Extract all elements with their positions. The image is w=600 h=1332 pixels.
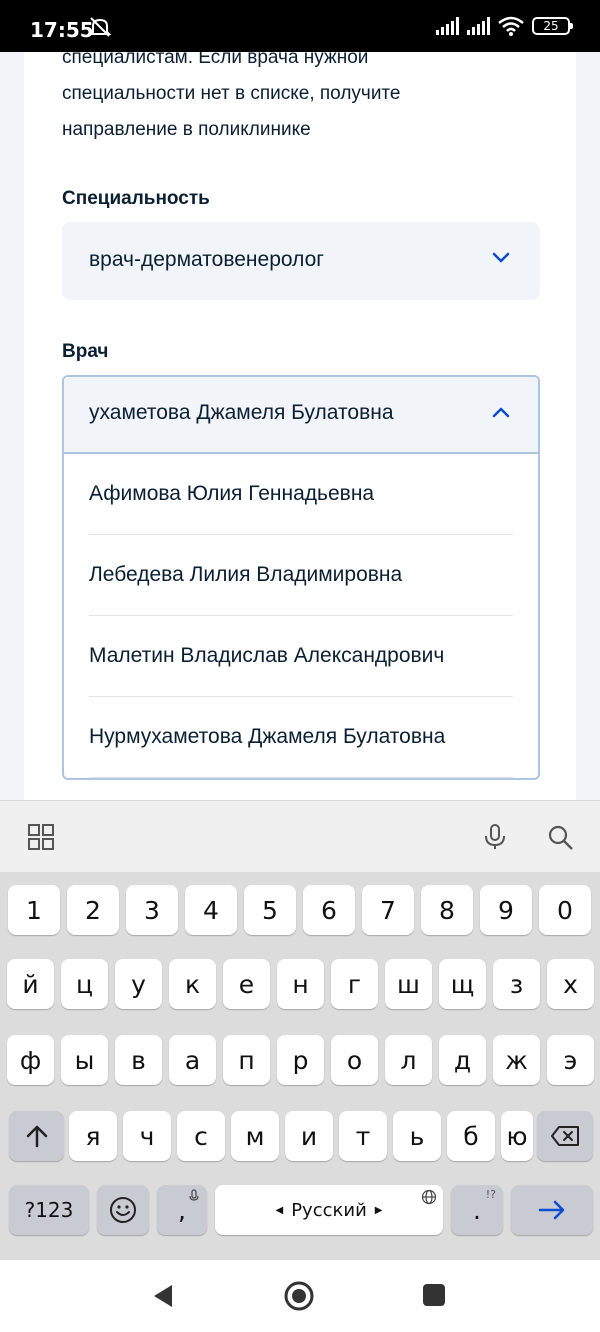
comma-label: , [178,1195,186,1225]
key-letter[interactable]: е [223,959,270,1009]
space-right-arrow-icon: ▶ [374,1204,383,1216]
recents-icon[interactable] [422,1283,446,1307]
chevron-down-icon [492,252,510,263]
home-icon[interactable] [283,1280,315,1312]
doctor-option[interactable]: Лебедева Лилия Владимировна [89,535,513,616]
keyboard-toolbar [0,800,600,872]
key-letter[interactable]: з [493,959,540,1009]
shift-arrow-icon [26,1125,47,1148]
key-letter[interactable]: ш [385,959,432,1009]
comma-key[interactable]: , [157,1185,207,1235]
specialty-select[interactable]: врач-дерматовенеролог [62,222,540,300]
key-8[interactable]: 8 [421,885,473,935]
key-4[interactable]: 4 [185,885,237,935]
key-letter[interactable]: щ [439,959,486,1009]
doctor-combobox: ухаметова Джамеля Булатовна Афимова Юлия… [62,375,540,780]
key-letter[interactable]: х [547,959,594,1009]
back-icon[interactable] [150,1282,176,1310]
signal-icon [436,17,459,35]
space-key[interactable]: ◀ Русский ▶ [215,1185,443,1235]
search-icon[interactable] [546,823,574,851]
intro-line: направление в поликлинике [62,119,311,140]
period-key[interactable]: . !? [451,1185,503,1235]
intro-text: специалистам. Если врача нужной специаль… [62,40,532,148]
specialty-value: врач-дерматовенеролог [89,248,324,271]
key-2[interactable]: 2 [67,885,119,935]
symbols-key[interactable]: ?123 [9,1185,89,1235]
apps-grid-icon[interactable] [27,823,55,851]
key-letter[interactable]: ы [61,1035,108,1085]
key-letter[interactable]: у [115,959,162,1009]
key-letter[interactable]: э [547,1035,594,1085]
key-7[interactable]: 7 [362,885,414,935]
arrow-right-icon [538,1200,565,1220]
key-letter[interactable]: б [447,1111,495,1161]
key-letter[interactable]: д [439,1035,486,1085]
key-0[interactable]: 0 [539,885,591,935]
microphone-icon[interactable] [481,823,509,851]
emoji-icon [110,1197,136,1223]
enter-key[interactable] [511,1185,593,1235]
battery-icon: 25 [532,17,573,35]
key-1[interactable]: 1 [8,885,60,935]
key-letter[interactable]: м [231,1111,279,1161]
key-letter[interactable]: в [115,1035,162,1085]
key-letter[interactable]: ж [493,1035,540,1085]
specialty-label: Специальность [62,188,210,209]
key-letter[interactable]: ч [123,1111,171,1161]
keyboard: 1 2 3 4 5 6 7 8 9 0 й ц у к е н г ш щ з … [0,800,600,1260]
chevron-up-icon[interactable] [492,406,510,418]
mute-icon [88,17,112,37]
doctor-option[interactable]: Малетин Владислав Александрович [89,616,513,697]
mic-small-icon [189,1189,199,1201]
shift-key[interactable] [9,1111,64,1161]
period-label: . [473,1195,481,1225]
key-letter[interactable]: г [331,959,378,1009]
navigation-bar [0,1260,600,1332]
key-letter[interactable]: т [339,1111,387,1161]
key-letter[interactable]: ь [393,1111,441,1161]
key-letter[interactable]: я [69,1111,117,1161]
doctor-option[interactable]: Нурмухаметова Джамеля Булатовна [89,697,513,778]
key-letter[interactable]: о [331,1035,378,1085]
period-sub-label: !? [485,1188,496,1201]
status-time: 17:55 [30,18,94,42]
signal-icon-2 [467,17,490,35]
key-letter[interactable]: ф [7,1035,54,1085]
key-letter[interactable]: л [385,1035,432,1085]
doctor-label: Врач [62,341,109,362]
key-5[interactable]: 5 [244,885,296,935]
doctor-input-value: ухаметова Джамеля Булатовна [89,401,394,424]
backspace-key[interactable] [537,1111,593,1161]
space-language-label: Русский [291,1199,367,1221]
battery-level: 25 [543,19,559,33]
key-letter[interactable]: р [277,1035,324,1085]
emoji-key[interactable] [97,1185,149,1235]
intro-line: специальности нет в списке, получите [62,83,401,104]
key-letter[interactable]: и [285,1111,333,1161]
doctor-input[interactable]: ухаметова Джамеля Булатовна [64,377,538,454]
backspace-icon [551,1126,579,1146]
key-letter[interactable]: ю [501,1111,533,1161]
key-3[interactable]: 3 [126,885,178,935]
key-letter[interactable]: й [7,959,54,1009]
key-9[interactable]: 9 [480,885,532,935]
key-letter[interactable]: п [223,1035,270,1085]
key-letter[interactable]: н [277,959,324,1009]
key-letter[interactable]: к [169,959,216,1009]
wifi-icon [498,16,524,36]
key-6[interactable]: 6 [303,885,355,935]
space-left-arrow-icon: ◀ [275,1204,284,1216]
globe-icon [421,1189,437,1205]
key-letter[interactable]: ц [61,959,108,1009]
key-letter[interactable]: а [169,1035,216,1085]
key-letter[interactable]: с [177,1111,225,1161]
status-bar: 17:55 25 [0,0,600,52]
doctor-option[interactable]: Афимова Юлия Геннадьевна [89,454,513,535]
